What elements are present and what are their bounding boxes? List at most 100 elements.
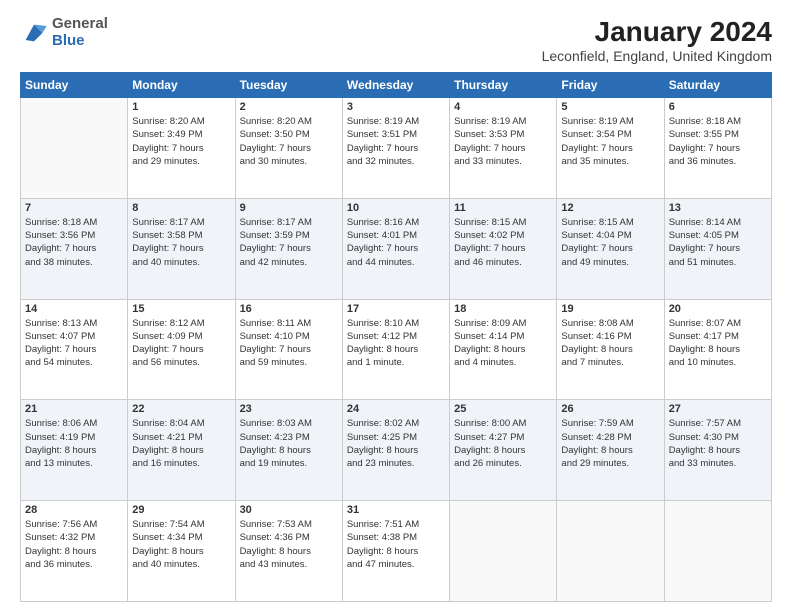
- day-info: Sunrise: 7:56 AM Sunset: 4:32 PM Dayligh…: [25, 518, 123, 571]
- day-number: 5: [561, 101, 659, 113]
- table-row: 15 Sunrise: 8:12 AM Sunset: 4:09 PM Dayli…: [128, 299, 235, 400]
- table-row: 4Sunrise: 8:19 AM Sunset: 3:53 PM Daylig…: [450, 98, 557, 199]
- table-row: 25Sunrise: 8:00 AM Sunset: 4:27 PM Dayli…: [450, 400, 557, 501]
- day-number: 7: [25, 202, 123, 214]
- page: General Blue January 2024 Leconfield, En…: [0, 0, 792, 612]
- day-number: 15: [132, 303, 230, 315]
- day-info: Sunrise: 8:04 AM Sunset: 4:21 PM Dayligh…: [132, 417, 230, 470]
- day-number: 10: [347, 202, 445, 214]
- day-number: 29: [132, 504, 230, 516]
- day-info: Sunrise: 8:19 AM Sunset: 3:51 PM Dayligh…: [347, 115, 445, 168]
- table-row: 31 Sunrise: 7:51 AM Sunset: 4:38 PM Dayli…: [342, 501, 449, 602]
- calendar-week-row: 28 Sunrise: 7:56 AM Sunset: 4:32 PM Dayli…: [21, 501, 772, 602]
- logo-icon: [20, 19, 48, 47]
- day-number: 11: [454, 202, 552, 214]
- table-row: 30 Sunrise: 7:53 AM Sunset: 4:36 PM Dayli…: [235, 501, 342, 602]
- table-row: 3 Sunrise: 8:19 AM Sunset: 3:51 PM Daylig…: [342, 98, 449, 199]
- day-info: Sunrise: 7:53 AM Sunset: 4:36 PM Dayligh…: [240, 518, 338, 571]
- calendar-table: Sunday Monday Tuesday Wednesday Thursday…: [20, 72, 772, 602]
- table-row: 13 Sunrise: 8:14 AM Sunset: 4:05 PM Dayli…: [664, 198, 771, 299]
- calendar-week-row: 14 Sunrise: 8:13 AM Sunset: 4:07 PM Dayli…: [21, 299, 772, 400]
- day-info: Sunrise: 8:13 AM Sunset: 4:07 PM Dayligh…: [25, 317, 123, 370]
- day-info: Sunrise: 8:15 AM Sunset: 4:02 PM Dayligh…: [454, 216, 552, 269]
- day-info: Sunrise: 8:10 AM Sunset: 4:12 PM Dayligh…: [347, 317, 445, 370]
- table-row: 20Sunrise: 8:07 AM Sunset: 4:17 PM Dayli…: [664, 299, 771, 400]
- day-info: Sunrise: 8:03 AM Sunset: 4:23 PM Dayligh…: [240, 417, 338, 470]
- day-number: 22: [132, 403, 230, 415]
- day-number: 30: [240, 504, 338, 516]
- logo: General Blue: [20, 16, 108, 49]
- day-info: Sunrise: 8:14 AM Sunset: 4:05 PM Dayligh…: [669, 216, 767, 269]
- day-number: 20: [669, 303, 767, 315]
- logo-text: General Blue: [52, 16, 108, 49]
- day-info: Sunrise: 8:15 AM Sunset: 4:04 PM Dayligh…: [561, 216, 659, 269]
- day-number: 6: [669, 101, 767, 113]
- day-number: 2: [240, 101, 338, 113]
- table-row: 28 Sunrise: 7:56 AM Sunset: 4:32 PM Dayli…: [21, 501, 128, 602]
- table-row: 24 Sunrise: 8:02 AM Sunset: 4:25 PM Dayli…: [342, 400, 449, 501]
- day-number: 31: [347, 504, 445, 516]
- day-number: 9: [240, 202, 338, 214]
- table-row: [450, 501, 557, 602]
- calendar-week-row: 1Sunrise: 8:20 AM Sunset: 3:49 PM Daylig…: [21, 98, 772, 199]
- day-number: 12: [561, 202, 659, 214]
- day-info: Sunrise: 8:17 AM Sunset: 3:58 PM Dayligh…: [132, 216, 230, 269]
- title-block: January 2024 Leconfield, England, United…: [542, 16, 772, 64]
- table-row: 27Sunrise: 7:57 AM Sunset: 4:30 PM Dayli…: [664, 400, 771, 501]
- table-row: 21Sunrise: 8:06 AM Sunset: 4:19 PM Dayli…: [21, 400, 128, 501]
- day-number: 19: [561, 303, 659, 315]
- table-row: 17 Sunrise: 8:10 AM Sunset: 4:12 PM Dayli…: [342, 299, 449, 400]
- table-row: 23Sunrise: 8:03 AM Sunset: 4:23 PM Dayli…: [235, 400, 342, 501]
- table-row: 12 Sunrise: 8:15 AM Sunset: 4:04 PM Dayli…: [557, 198, 664, 299]
- calendar-week-row: 21Sunrise: 8:06 AM Sunset: 4:19 PM Dayli…: [21, 400, 772, 501]
- day-number: 16: [240, 303, 338, 315]
- table-row: 7 Sunrise: 8:18 AM Sunset: 3:56 PM Daylig…: [21, 198, 128, 299]
- calendar-week-row: 7 Sunrise: 8:18 AM Sunset: 3:56 PM Daylig…: [21, 198, 772, 299]
- table-row: 9 Sunrise: 8:17 AM Sunset: 3:59 PM Daylig…: [235, 198, 342, 299]
- day-info: Sunrise: 8:06 AM Sunset: 4:19 PM Dayligh…: [25, 417, 123, 470]
- col-sunday: Sunday: [21, 73, 128, 98]
- day-info: Sunrise: 7:59 AM Sunset: 4:28 PM Dayligh…: [561, 417, 659, 470]
- day-info: Sunrise: 8:18 AM Sunset: 3:55 PM Dayligh…: [669, 115, 767, 168]
- header: General Blue January 2024 Leconfield, En…: [20, 16, 772, 64]
- table-row: 16Sunrise: 8:11 AM Sunset: 4:10 PM Dayli…: [235, 299, 342, 400]
- table-row: 18 Sunrise: 8:09 AM Sunset: 4:14 PM Dayli…: [450, 299, 557, 400]
- table-row: 29 Sunrise: 7:54 AM Sunset: 4:34 PM Dayli…: [128, 501, 235, 602]
- calendar-title: January 2024: [542, 16, 772, 48]
- col-monday: Monday: [128, 73, 235, 98]
- day-number: 13: [669, 202, 767, 214]
- day-number: 24: [347, 403, 445, 415]
- day-number: 14: [25, 303, 123, 315]
- table-row: 19 Sunrise: 8:08 AM Sunset: 4:16 PM Dayli…: [557, 299, 664, 400]
- table-row: 8Sunrise: 8:17 AM Sunset: 3:58 PM Daylig…: [128, 198, 235, 299]
- table-row: [557, 501, 664, 602]
- calendar-subtitle: Leconfield, England, United Kingdom: [542, 48, 772, 64]
- day-info: Sunrise: 8:12 AM Sunset: 4:09 PM Dayligh…: [132, 317, 230, 370]
- day-number: 26: [561, 403, 659, 415]
- table-row: 2Sunrise: 8:20 AM Sunset: 3:50 PM Daylig…: [235, 98, 342, 199]
- day-info: Sunrise: 8:02 AM Sunset: 4:25 PM Dayligh…: [347, 417, 445, 470]
- table-row: 14 Sunrise: 8:13 AM Sunset: 4:07 PM Dayli…: [21, 299, 128, 400]
- day-info: Sunrise: 8:00 AM Sunset: 4:27 PM Dayligh…: [454, 417, 552, 470]
- day-info: Sunrise: 8:17 AM Sunset: 3:59 PM Dayligh…: [240, 216, 338, 269]
- day-info: Sunrise: 7:54 AM Sunset: 4:34 PM Dayligh…: [132, 518, 230, 571]
- day-info: Sunrise: 8:08 AM Sunset: 4:16 PM Dayligh…: [561, 317, 659, 370]
- day-number: 18: [454, 303, 552, 315]
- col-thursday: Thursday: [450, 73, 557, 98]
- table-row: [21, 98, 128, 199]
- day-info: Sunrise: 8:16 AM Sunset: 4:01 PM Dayligh…: [347, 216, 445, 269]
- day-info: Sunrise: 8:18 AM Sunset: 3:56 PM Dayligh…: [25, 216, 123, 269]
- day-info: Sunrise: 8:09 AM Sunset: 4:14 PM Dayligh…: [454, 317, 552, 370]
- day-number: 3: [347, 101, 445, 113]
- day-info: Sunrise: 7:51 AM Sunset: 4:38 PM Dayligh…: [347, 518, 445, 571]
- col-wednesday: Wednesday: [342, 73, 449, 98]
- col-friday: Friday: [557, 73, 664, 98]
- table-row: 26 Sunrise: 7:59 AM Sunset: 4:28 PM Dayli…: [557, 400, 664, 501]
- table-row: 10 Sunrise: 8:16 AM Sunset: 4:01 PM Dayli…: [342, 198, 449, 299]
- col-saturday: Saturday: [664, 73, 771, 98]
- day-number: 28: [25, 504, 123, 516]
- day-number: 17: [347, 303, 445, 315]
- calendar-header-row: Sunday Monday Tuesday Wednesday Thursday…: [21, 73, 772, 98]
- day-info: Sunrise: 8:20 AM Sunset: 3:49 PM Dayligh…: [132, 115, 230, 168]
- day-info: Sunrise: 7:57 AM Sunset: 4:30 PM Dayligh…: [669, 417, 767, 470]
